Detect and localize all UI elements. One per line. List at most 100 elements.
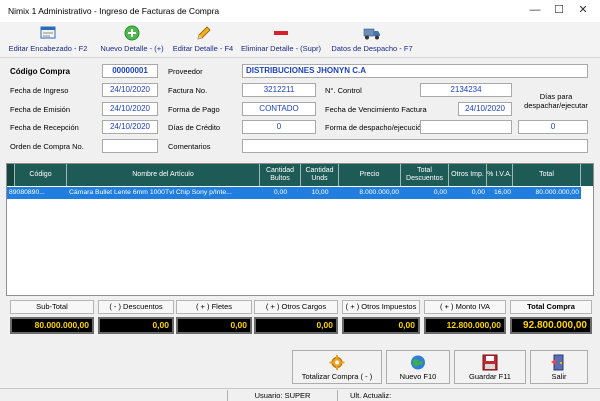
nuevo-button[interactable]: Nuevo F10 — [386, 350, 450, 384]
cell-total: 80.000.000,00 — [535, 189, 579, 196]
globe-icon — [409, 354, 427, 371]
cell-nombre: Cámara Bullet Lente 6mm 1000Tvl Chip Son… — [69, 189, 232, 196]
maximize-button[interactable]: ☐ — [550, 2, 568, 18]
col-cant-unds[interactable]: Cantidad Unds — [301, 164, 339, 186]
new-detail-label: Nuevo Detalle - (+) — [100, 44, 164, 53]
fecha-emision-field[interactable]: 24/10/2020 — [102, 102, 158, 116]
codigo-compra-field[interactable]: 00000001 — [102, 64, 158, 78]
control-field[interactable]: 2134234 — [420, 83, 512, 97]
title-bar: Nimix 1 Administrativo - Ingreso de Fact… — [0, 0, 600, 22]
forma-pago-field[interactable]: CONTADO — [242, 102, 316, 116]
pencil-icon — [194, 25, 212, 41]
exit-door-icon — [550, 354, 568, 371]
nuevo-label: Nuevo F10 — [399, 372, 437, 381]
detail-grid[interactable]: Código Nombre del Artículo Cantidad Bult… — [6, 163, 594, 296]
dispatch-data-label: Datos de Despacho - F7 — [331, 44, 413, 53]
monto-iva-value: 12.800.000,00 — [424, 317, 506, 334]
cell-cant-bultos: 0,00 — [273, 189, 288, 196]
subtotal-label: Sub-Total — [10, 300, 94, 314]
cell-otros-imp: 0,00 — [471, 189, 485, 196]
status-actualiz: Ult. Actualiz: — [350, 391, 392, 400]
table-row[interactable]: 89080890... Cámara Bullet Lente 6mm 1000… — [7, 187, 581, 199]
col-cant-bultos[interactable]: Cantidad Bultos — [260, 164, 301, 186]
toolbar: Editar Encabezado - F2 Nuevo Detalle - (… — [0, 22, 600, 58]
guardar-button[interactable]: Guardar F11 — [454, 350, 526, 384]
factura-field[interactable]: 3212211 — [242, 83, 316, 97]
status-bar: Usuario: SUPER Ult. Actualiz: — [0, 388, 600, 401]
fecha-vencimiento-field[interactable]: 24/10/2020 — [458, 102, 512, 116]
grid-header: Código Nombre del Artículo Cantidad Bult… — [7, 164, 593, 186]
gear-icon — [328, 354, 346, 371]
delete-detail-label: Eliminar Detalle - (Supr) — [240, 44, 322, 53]
col-precio[interactable]: Precio — [339, 164, 401, 186]
totalizar-label: Totalizar Compra ( - ) — [301, 372, 373, 381]
row-selector-header — [7, 164, 15, 186]
dias-credito-label: Días de Crédito — [168, 123, 221, 132]
edit-header-label: Editar Encabezado - F2 — [8, 44, 88, 53]
fecha-ingreso-label: Fecha de Ingreso — [10, 86, 69, 95]
col-codigo[interactable]: Código — [15, 164, 67, 186]
edit-detail-button[interactable]: Editar Detalle - F4 — [168, 22, 238, 58]
total-compra-value: 92.800.000,00 — [510, 317, 592, 334]
cell-precio: 8.000.000,00 — [359, 189, 399, 196]
col-total[interactable]: Total — [513, 164, 581, 186]
totals-panel: Sub-Total 80.000.000,00 ( - ) Descuentos… — [6, 296, 594, 340]
minimize-button[interactable]: — — [526, 2, 544, 18]
status-segment-empty — [0, 390, 228, 401]
cell-cant-unds: 10,00 — [311, 189, 329, 196]
forma-despacho-label: Forma de despacho/ejecución — [325, 123, 426, 132]
dias-credito-field[interactable]: 0 — [242, 120, 316, 134]
delete-detail-button[interactable]: Eliminar Detalle - (Supr) — [238, 22, 324, 58]
descuentos-value: 0,00 — [98, 317, 174, 334]
cell-total-descuentos: 0,00 — [433, 189, 447, 196]
salir-label: Salir — [551, 372, 567, 381]
totalizar-button[interactable]: Totalizar Compra ( - ) — [292, 350, 382, 384]
fecha-emision-label: Fecha de Emisión — [10, 105, 71, 114]
col-nombre[interactable]: Nombre del Artículo — [67, 164, 260, 186]
comentarios-label: Comentarios — [168, 142, 211, 151]
total-compra-label: Total Compra — [510, 300, 592, 314]
descuentos-label: ( - ) Descuentos — [98, 300, 174, 314]
control-label: N°. Control — [325, 86, 362, 95]
fecha-recepcion-field[interactable]: 24/10/2020 — [102, 120, 158, 134]
fecha-ingreso-field[interactable]: 24/10/2020 — [102, 83, 158, 97]
fletes-value: 0,00 — [176, 317, 252, 334]
forma-despacho-field[interactable] — [420, 120, 512, 134]
col-iva[interactable]: % I.V.A. — [487, 164, 513, 186]
fecha-vencimiento-label: Fecha de Vencimiento Factura — [325, 105, 427, 114]
otros-impuestos-value: 0,00 — [342, 317, 420, 334]
proveedor-field[interactable]: DISTRIBUCIONES JHONYN C.A — [242, 64, 588, 78]
otros-impuestos-label: ( + ) Otros Impuestos — [342, 300, 420, 314]
proveedor-label: Proveedor — [168, 67, 203, 76]
truck-icon — [363, 25, 381, 41]
fecha-recepcion-label: Fecha de Recepción — [10, 123, 79, 132]
otros-cargos-label: ( + ) Otros Cargos — [254, 300, 338, 314]
comentarios-field[interactable] — [242, 139, 588, 153]
plus-circle-icon — [123, 25, 141, 41]
dias-despachar-label: Días para despachar/ejecutar — [524, 92, 588, 110]
status-usuario: Usuario: SUPER — [228, 390, 338, 401]
dias-despachar-field[interactable]: 0 — [518, 120, 588, 134]
edit-header-button[interactable]: Editar Encabezado - F2 — [4, 22, 92, 58]
edit-header-icon — [39, 25, 57, 41]
subtotal-value: 80.000.000,00 — [10, 317, 94, 334]
minus-icon — [272, 25, 290, 41]
salir-button[interactable]: Salir — [530, 350, 588, 384]
cell-iva: 16,00 — [493, 189, 511, 196]
close-button[interactable]: ✕ — [574, 2, 592, 18]
otros-cargos-value: 0,00 — [254, 317, 338, 334]
col-otros-imp[interactable]: Otros Imp. — [449, 164, 487, 186]
cell-codigo: 89080890... — [9, 189, 45, 196]
window-title: Nimix 1 Administrativo - Ingreso de Fact… — [8, 6, 220, 16]
new-detail-button[interactable]: Nuevo Detalle - (+) — [96, 22, 168, 58]
action-buttons: Totalizar Compra ( - ) Nuevo F10 Guardar… — [0, 346, 600, 386]
floppy-disk-icon — [481, 354, 499, 371]
orden-compra-label: Orden de Compra No. — [10, 142, 84, 151]
col-total-descuentos[interactable]: Total Descuentos — [401, 164, 449, 186]
fletes-label: ( + ) Fletes — [176, 300, 252, 314]
guardar-label: Guardar F11 — [469, 372, 511, 381]
codigo-compra-label: Código Compra — [10, 67, 70, 76]
dispatch-data-button[interactable]: Datos de Despacho - F7 — [328, 22, 416, 58]
forma-pago-label: Forma de Pago — [168, 105, 220, 114]
orden-compra-field[interactable] — [102, 139, 158, 153]
